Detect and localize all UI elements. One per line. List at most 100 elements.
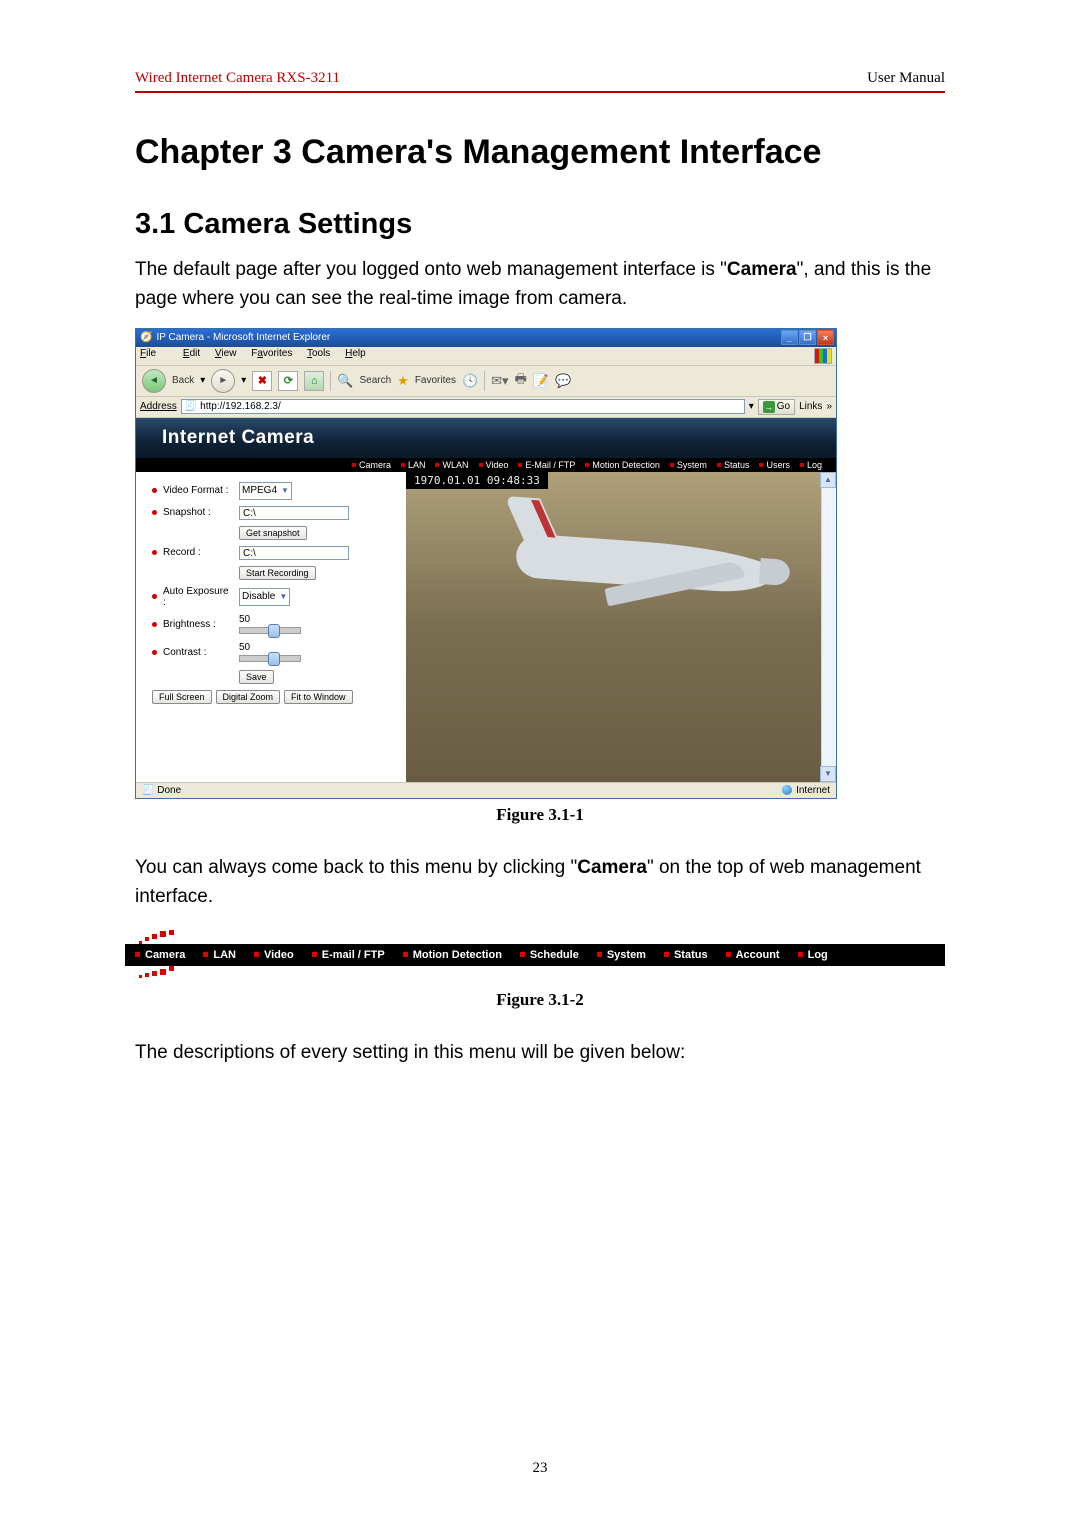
nav-email-ftp[interactable]: E-Mail / FTP bbox=[518, 460, 575, 470]
start-recording-button[interactable]: Start Recording bbox=[239, 566, 316, 580]
toolbar-favorites-label[interactable]: Favorites bbox=[415, 375, 456, 386]
scroll-up-button[interactable]: ▲ bbox=[820, 472, 836, 488]
strip-nav-account[interactable]: Account bbox=[726, 949, 780, 961]
p1b: Camera bbox=[727, 259, 797, 280]
figure-2-caption: Figure 3.1-2 bbox=[135, 990, 945, 1010]
nav-wlan[interactable]: WLAN bbox=[435, 460, 468, 470]
camera-controls-panel: Video Format : MPEG4▼ Snapshot : C:\ Get… bbox=[136, 472, 406, 782]
toolbar-home-button[interactable]: ⌂ bbox=[304, 371, 324, 391]
brightness-slider[interactable] bbox=[239, 627, 301, 634]
history-icon[interactable]: 🕓 bbox=[462, 373, 478, 389]
get-snapshot-button[interactable]: Get snapshot bbox=[239, 526, 307, 540]
label-video-format: Video Format : bbox=[163, 485, 233, 496]
strip-nav-system[interactable]: System bbox=[597, 949, 646, 961]
toolbar-stop-button[interactable]: ✖ bbox=[252, 371, 272, 391]
status-zone: Internet bbox=[796, 785, 830, 796]
nav-users[interactable]: Users bbox=[759, 460, 790, 470]
figure-ie-window: 🧭 IP Camera - Microsoft Internet Explore… bbox=[135, 328, 837, 799]
ie-address-bar: Address 🧾 http://192.168.2.3/ ▾ →Go Link… bbox=[136, 397, 836, 418]
menu-file[interactable]: File bbox=[140, 348, 168, 359]
status-done: Done bbox=[157, 785, 181, 796]
favorites-icon: ★ bbox=[397, 373, 409, 389]
go-button[interactable]: →Go bbox=[758, 399, 795, 415]
toolbar-forward-button[interactable]: ► bbox=[211, 369, 235, 393]
figure-nav-strip: Camera LAN Video E-mail / FTP Motion Det… bbox=[125, 926, 945, 984]
intro-paragraph-2: You can always come back to this menu by… bbox=[135, 853, 945, 912]
video-format-select[interactable]: MPEG4▼ bbox=[239, 482, 292, 500]
strip-nav-email-ftp[interactable]: E-mail / FTP bbox=[312, 949, 385, 961]
record-path-input[interactable]: C:\ bbox=[239, 546, 349, 560]
strip-nav-lan[interactable]: LAN bbox=[203, 949, 236, 961]
address-value: http://192.168.2.3/ bbox=[200, 401, 281, 412]
snapshot-path-input[interactable]: C:\ bbox=[239, 506, 349, 520]
nav-camera[interactable]: Camera bbox=[352, 460, 391, 470]
p1a: The default page after you logged onto w… bbox=[135, 259, 727, 280]
toolbar-search-label[interactable]: Search bbox=[359, 375, 391, 386]
camera-live-view: 1970.01.01 09:48:33 ▲ ▼ bbox=[406, 472, 836, 782]
strip-nav-status[interactable]: Status bbox=[664, 949, 708, 961]
ie-window-title: IP Camera - Microsoft Internet Explorer bbox=[156, 332, 330, 343]
page-icon: 🧾 bbox=[185, 401, 197, 412]
nav-system[interactable]: System bbox=[670, 460, 707, 470]
section-title: 3.1 Camera Settings bbox=[135, 208, 945, 241]
strip-nav-schedule[interactable]: Schedule bbox=[520, 949, 579, 961]
fit-to-window-button[interactable]: Fit to Window bbox=[284, 690, 353, 704]
page-number: 23 bbox=[0, 1460, 1080, 1477]
menu-favorites[interactable]: Favorites bbox=[251, 348, 292, 359]
address-label: Address bbox=[140, 401, 177, 412]
full-screen-button[interactable]: Full Screen bbox=[152, 690, 212, 704]
label-snapshot: Snapshot : bbox=[163, 507, 233, 518]
intro-paragraph-3: The descriptions of every setting in thi… bbox=[135, 1038, 945, 1067]
links-label[interactable]: Links bbox=[799, 401, 822, 412]
address-dropdown[interactable]: ▾ bbox=[749, 401, 754, 412]
internet-zone-icon bbox=[782, 785, 792, 795]
toolbar-refresh-button[interactable]: ⟳ bbox=[278, 371, 298, 391]
edit-icon[interactable]: 📝 bbox=[533, 373, 549, 389]
ie-toolbar: ◄ Back ▾ ► ▾ ✖ ⟳ ⌂ 🔍 Search ★ Favorites … bbox=[136, 366, 836, 397]
ie-status-bar: 🧾 Done Internet bbox=[136, 782, 836, 798]
save-button[interactable]: Save bbox=[239, 670, 274, 684]
doc-header-right: User Manual bbox=[867, 70, 945, 87]
label-brightness: Brightness : bbox=[163, 619, 233, 630]
p2a: You can always come back to this menu by… bbox=[135, 857, 577, 878]
menu-edit[interactable]: Edit bbox=[183, 348, 200, 359]
menu-view[interactable]: View bbox=[215, 348, 237, 359]
p2b: Camera bbox=[577, 857, 647, 878]
nav-lan[interactable]: LAN bbox=[401, 460, 426, 470]
window-minimize-button[interactable]: _ bbox=[781, 330, 798, 345]
ie-menubar: File Edit View Favorites Tools Help bbox=[136, 347, 836, 366]
header-rule bbox=[135, 91, 945, 93]
search-icon: 🔍 bbox=[337, 373, 353, 389]
strip-nav-motion-detection[interactable]: Motion Detection bbox=[403, 949, 502, 961]
mail-icon[interactable]: ✉▾ bbox=[491, 373, 508, 389]
strip-nav-log[interactable]: Log bbox=[798, 949, 828, 961]
camera-page-header: Internet Camera bbox=[136, 418, 836, 458]
doc-header-left: Wired Internet Camera RXS-3211 bbox=[135, 70, 340, 87]
figure-1-caption: Figure 3.1-1 bbox=[135, 805, 945, 825]
auto-exposure-select[interactable]: Disable▼ bbox=[239, 588, 290, 606]
strip-nav-video[interactable]: Video bbox=[254, 949, 294, 961]
window-close-button[interactable]: × bbox=[817, 330, 834, 345]
windows-flag-icon bbox=[814, 348, 832, 364]
menu-tools[interactable]: Tools bbox=[307, 348, 330, 359]
menu-help[interactable]: Help bbox=[345, 348, 366, 359]
strip-nav-camera[interactable]: Camera bbox=[135, 949, 185, 961]
video-timestamp: 1970.01.01 09:48:33 bbox=[406, 472, 548, 489]
nav-video[interactable]: Video bbox=[479, 460, 509, 470]
contrast-slider[interactable] bbox=[239, 655, 301, 662]
label-contrast: Contrast : bbox=[163, 647, 233, 658]
discuss-icon[interactable]: 💬 bbox=[555, 373, 571, 389]
nav-log[interactable]: Log bbox=[800, 460, 822, 470]
print-icon[interactable]: 🖶 bbox=[515, 370, 527, 392]
digital-zoom-button[interactable]: Digital Zoom bbox=[216, 690, 281, 704]
toolbar-back-label: Back bbox=[172, 375, 194, 386]
window-restore-button[interactable]: ❐ bbox=[799, 330, 816, 345]
label-auto-exposure: Auto Exposure : bbox=[163, 586, 233, 608]
chapter-title: Chapter 3 Camera's Management Interface bbox=[135, 133, 945, 172]
toolbar-back-button[interactable]: ◄ bbox=[142, 369, 166, 393]
scrollbar-track[interactable] bbox=[821, 487, 836, 767]
nav-status[interactable]: Status bbox=[717, 460, 750, 470]
nav-motion-detection[interactable]: Motion Detection bbox=[585, 460, 660, 470]
address-input[interactable]: 🧾 http://192.168.2.3/ bbox=[181, 399, 745, 414]
scroll-down-button[interactable]: ▼ bbox=[820, 766, 836, 782]
